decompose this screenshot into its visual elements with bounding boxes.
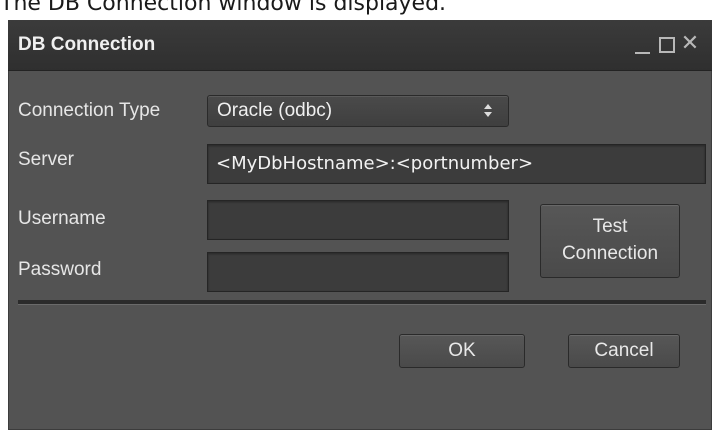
server-value: <MyDbHostname>:<portnumber> bbox=[216, 153, 534, 174]
close-button[interactable]: ✕ bbox=[678, 29, 702, 59]
connection-type-select[interactable]: Oracle (odbc) bbox=[207, 95, 509, 127]
page-caption: The DB Connection window is displayed. bbox=[0, 0, 447, 16]
spinner-arrows-icon bbox=[483, 102, 493, 120]
server-label: Server bbox=[18, 149, 74, 170]
divider bbox=[18, 300, 706, 305]
username-label: Username bbox=[18, 208, 106, 229]
connection-type-value: Oracle (odbc) bbox=[217, 100, 333, 121]
maximize-button[interactable] bbox=[654, 29, 678, 59]
maximize-icon bbox=[659, 37, 675, 53]
ok-button[interactable]: OK bbox=[399, 334, 525, 368]
close-icon: ✕ bbox=[680, 31, 700, 56]
username-input[interactable] bbox=[207, 200, 509, 240]
password-label: Password bbox=[18, 259, 102, 280]
test-connection-label-line1: Test bbox=[592, 216, 628, 237]
minimize-button[interactable] bbox=[630, 29, 654, 59]
window-title: DB Connection bbox=[18, 34, 156, 55]
minimize-icon bbox=[635, 52, 650, 54]
server-input[interactable]: <MyDbHostname>:<portnumber> bbox=[207, 144, 706, 184]
connection-type-label: Connection Type bbox=[18, 100, 161, 121]
cancel-button[interactable]: Cancel bbox=[568, 334, 680, 368]
db-connection-window: DB Connection ✕ Connection Type Oracle (… bbox=[8, 20, 712, 430]
password-input[interactable] bbox=[207, 252, 509, 292]
test-connection-button[interactable]: Test Connection bbox=[540, 204, 680, 278]
title-bar[interactable]: DB Connection ✕ bbox=[8, 20, 712, 71]
test-connection-label-line2: Connection bbox=[561, 243, 659, 264]
